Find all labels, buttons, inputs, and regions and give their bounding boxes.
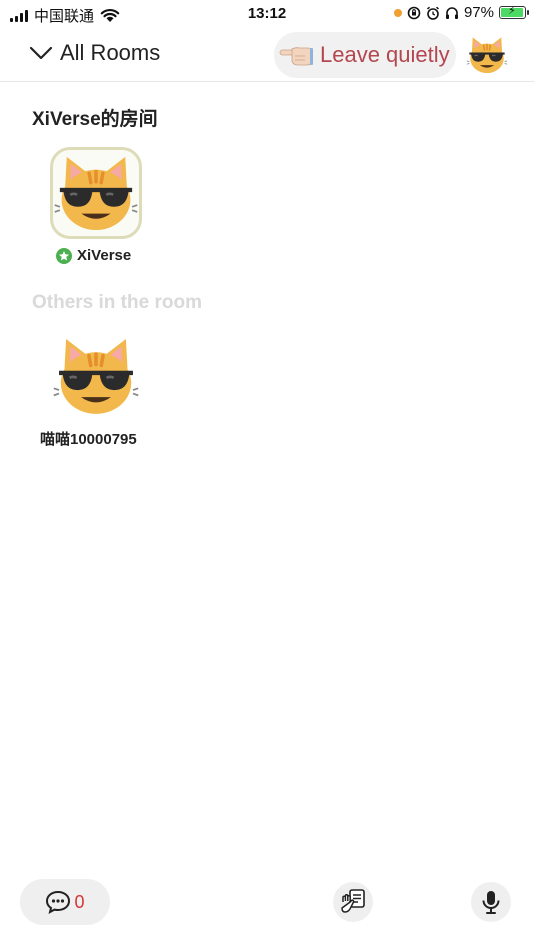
- leave-quietly-button[interactable]: Leave quietly: [274, 32, 456, 78]
- cool-cat-icon: [54, 156, 138, 230]
- status-bar: 中国联通 13:12 97% ⚡: [0, 0, 534, 28]
- battery-icon: ⚡: [499, 5, 529, 19]
- chevron-down-icon: [29, 46, 53, 60]
- microphone-icon: [482, 891, 500, 914]
- raise-hand-icon: [341, 889, 365, 913]
- headphones-icon: [445, 6, 458, 19]
- chat-count: 0: [74, 891, 85, 912]
- cool-cat-icon: [53, 339, 139, 414]
- leave-quietly-label: Leave quietly: [320, 42, 450, 67]
- raise-hand-button[interactable]: [333, 882, 373, 922]
- host-name: XiVerse: [77, 247, 132, 264]
- host-avatar[interactable]: [50, 147, 142, 239]
- host-star-badge-icon: [56, 247, 72, 264]
- others-section-title: Others in the room: [32, 292, 202, 313]
- recording-dot-icon: [393, 8, 402, 17]
- charging-bolt-icon: ⚡: [508, 5, 516, 17]
- member-name: 喵喵10000795: [40, 431, 137, 448]
- chat-bubble-icon: [46, 890, 71, 914]
- host-section-title: XiVerse的房间: [32, 109, 158, 130]
- cool-cat-icon: [466, 37, 508, 74]
- room-header: All Rooms Leave quietly: [0, 28, 534, 82]
- my-avatar[interactable]: [466, 34, 508, 76]
- rotation-lock-icon: [407, 6, 421, 19]
- hand-pointing-left-icon: [274, 33, 318, 77]
- host-name-row: XiVerse: [56, 247, 131, 264]
- battery-percent: 97%: [463, 4, 494, 21]
- alarm-icon: [426, 6, 439, 20]
- chat-button[interactable]: 0: [20, 879, 110, 925]
- microphone-button[interactable]: [471, 882, 511, 922]
- all-rooms-label: All Rooms: [60, 40, 161, 65]
- all-rooms-button[interactable]: All Rooms: [28, 40, 160, 66]
- member-avatar[interactable]: [50, 330, 142, 422]
- status-right: 97% ⚡: [393, 4, 529, 21]
